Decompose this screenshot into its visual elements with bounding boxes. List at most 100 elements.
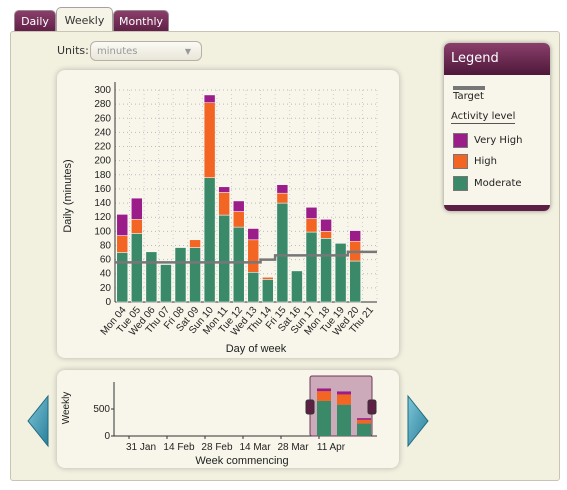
bar-moderate [247,272,260,303]
weekly-chart-card: 0 500 31 Jan 14 Feb 28 Feb 14 Mar 28 Mar 11 Apr… [57,370,399,468]
selection-handle-left [305,399,315,415]
y-tick-label: 200 [94,156,111,167]
bar-very-high [276,184,289,194]
y-tick-label: 60 [100,255,112,266]
x-tick-label: 31 Jan [126,442,156,453]
bar-moderate [305,231,318,303]
bar-high [218,192,230,216]
bar-very-high [305,207,318,219]
bar-moderate [334,243,347,303]
y-tick-label: 280 [94,99,111,110]
x-tick-label: 28 Feb [201,442,233,453]
bar-moderate [232,226,245,303]
y-tick-label: 140 [94,198,111,209]
bar-moderate [160,264,172,303]
moderate-swatch [453,176,468,191]
bar-moderate [291,270,303,303]
x-axis-label: Week commencing [195,455,288,467]
units-dropdown[interactable]: minutes ▼ [90,41,202,61]
bar-very-high [349,230,361,242]
y-tick-label: 160 [94,184,111,195]
daily-chart-card: 0 20 40 60 80 100 120 140 160 180 200 220 240 260 280 3… [57,70,399,358]
target-line-swatch [453,86,485,90]
legend-activity-heading: Activity level [451,111,516,124]
bar-high [305,218,318,233]
very-high-swatch [453,133,468,148]
weekly-bar-very-high [317,388,331,392]
y-tick-label: 500 [93,404,110,415]
legend-footer [444,205,550,211]
bar-high [189,239,201,248]
tab-monthly[interactable]: Monthly [113,10,169,32]
bar-very-high [247,228,260,241]
weekly-bar-moderate [337,404,351,436]
bar-high [203,102,216,178]
x-tick-label: 28 Mar [277,442,309,453]
y-tick-label: 300 [94,85,111,96]
bar-very-high [232,200,245,212]
y-tick-label: 20 [100,283,112,294]
weekly-bar-moderate [357,423,371,436]
y-tick-label: 0 [105,297,111,308]
bar-high [131,219,143,234]
legend-high-label: High [474,156,497,167]
bar-high [232,211,245,228]
weekly-bar-very-high [357,418,371,420]
weekly-bar-moderate [317,400,331,436]
bar-very-high [116,214,129,236]
bar-high [320,231,332,239]
tab-daily[interactable]: Daily [14,10,56,32]
bar-moderate [174,247,187,303]
bar-high [116,235,129,253]
bar-very-high [203,94,216,103]
bar-moderate [349,260,361,303]
bar-very-high [320,219,332,232]
bar-moderate [189,247,201,303]
legend-very-high-label: Very High [474,135,523,146]
bar-moderate [218,214,230,303]
y-tick-label: 220 [94,142,111,153]
units-selected-value: minutes [97,46,138,57]
weekly-overview-chart: 0 500 31 Jan 14 Feb 28 Feb 14 Mar 28 Mar 11 Apr… [61,375,377,467]
selection-handle-right [367,399,377,415]
next-arrow-icon[interactable] [406,394,430,448]
bar-moderate [262,279,274,303]
legend-title: Legend [444,43,550,75]
y-tick-label: 240 [94,127,111,138]
y-tick-label: 80 [100,240,112,251]
y-tick-label: 100 [94,226,111,237]
bar-moderate [320,238,332,303]
bar-high [276,192,289,204]
chevron-down-icon: ▼ [184,47,191,56]
weekly-bar-very-high [337,391,351,395]
x-axis-label: Day of week [226,343,287,355]
bar-moderate [116,252,129,303]
y-axis-label: Weekly [61,392,72,425]
daily-chart: 0 20 40 60 80 100 120 140 160 180 200 220 240 260 280 3… [62,82,378,355]
high-swatch [453,154,468,169]
tab-weekly[interactable]: Weekly [56,7,113,32]
x-tick-label: 14 Feb [163,442,195,453]
x-tick-label: 11 Apr [317,442,346,453]
y-tick-label: 0 [104,431,110,442]
weekly-bar-high [337,394,351,405]
bar-high [247,239,260,273]
legend-target-label: Target [453,91,484,102]
legend-moderate-label: Moderate [474,178,522,189]
bar-very-high [218,186,230,193]
weekly-bar-high [317,391,331,401]
y-tick-label: 180 [94,170,111,181]
previous-arrow-icon[interactable] [26,394,50,448]
y-tick-label: 120 [94,212,111,223]
y-axis-label: Daily (minutes) [62,159,74,232]
bar-high [262,277,274,280]
bar-moderate [276,202,289,303]
bar-moderate [203,177,216,303]
bar-very-high [131,197,143,220]
x-tick-label: 14 Mar [239,442,271,453]
units-label: Units: [57,44,89,57]
y-tick-label: 40 [100,269,112,280]
bar-moderate [145,251,158,303]
y-tick-label: 260 [94,113,111,124]
weekly-bar-high [357,419,371,424]
